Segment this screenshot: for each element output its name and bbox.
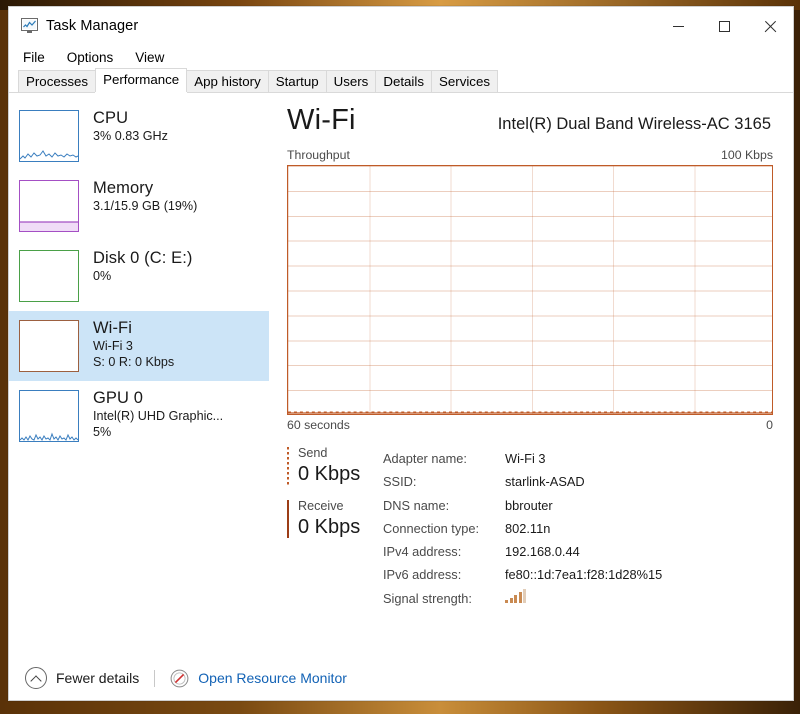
sidebar-item-memory-text: Memory 3.1/15.9 GB (19%): [93, 178, 197, 214]
wifi-details: Send 0 Kbps Receive 0 Kbps Adapter name:…: [287, 445, 773, 610]
receive-marker-icon: [287, 500, 289, 538]
disk-thumbnail: [19, 250, 79, 302]
minimize-button[interactable]: [655, 7, 701, 45]
menu-bar: File Options View: [9, 45, 793, 69]
tab-strip: Processes Performance App history Startu…: [9, 68, 793, 93]
throughput-chart-svg: [288, 411, 772, 414]
info-value-ipv6-address: fe80::1d:7ea1:f28:1d28%15: [505, 567, 663, 583]
sidebar-item-cpu[interactable]: CPU 3% 0.83 GHz: [9, 101, 269, 171]
sidebar-item-gpu0-title: GPU 0: [93, 389, 144, 407]
info-value-signal-strength: [505, 587, 662, 610]
fewer-details-button[interactable]: Fewer details: [56, 670, 139, 686]
maximize-icon: [718, 20, 730, 32]
close-button[interactable]: [747, 7, 793, 45]
info-key-adapter-name: Adapter name:: [383, 451, 467, 466]
chart-caption-left: Throughput: [287, 148, 350, 162]
cpu-thumbnail: [19, 110, 79, 162]
memory-thumbnail: [19, 180, 79, 232]
close-icon: [764, 20, 777, 33]
sidebar-item-cpu-text: CPU 3% 0.83 GHz: [93, 108, 168, 144]
chevron-up-icon[interactable]: [25, 667, 47, 689]
signal-strength-icon: [505, 588, 526, 603]
sidebar-item-disk0[interactable]: Disk 0 (C: E:) 0%: [9, 241, 269, 311]
task-manager-icon: [21, 18, 38, 34]
task-manager-window: Task Manager File Options View Processes…: [8, 6, 794, 701]
info-key-ssid: SSID:: [383, 474, 417, 490]
sidebar-item-wifi-sub1: Wi-Fi 3: [93, 339, 133, 353]
panel-header: Wi-Fi Intel(R) Dual Band Wireless-AC 316…: [287, 103, 773, 137]
tab-processes[interactable]: Processes: [18, 70, 97, 92]
menu-item-view[interactable]: View: [133, 49, 166, 66]
throughput-chart: [287, 165, 773, 415]
info-value-dns-name: bbrouter: [505, 497, 553, 513]
send-block: Send 0 Kbps: [287, 445, 383, 487]
info-value-ssid: starlink-ASAD: [505, 474, 585, 490]
sidebar-item-memory-sub: 3.1/15.9 GB (19%): [93, 199, 198, 213]
receive-label: Receive: [298, 499, 344, 513]
chart-axis-labels: 60 seconds 0: [287, 418, 773, 432]
info-key-dns-name: DNS name:: [383, 497, 450, 513]
info-key-connection-type: Connection type:: [383, 520, 480, 536]
sidebar-item-gpu0-sub1: Intel(R) UHD Graphic...: [93, 409, 224, 423]
window-controls: [655, 7, 793, 45]
menu-item-file[interactable]: File: [21, 49, 47, 66]
tab-details[interactable]: Details: [375, 70, 432, 92]
sidebar-item-cpu-title: CPU: [93, 109, 129, 127]
sidebar-item-gpu0-sub2: 5%: [93, 425, 112, 439]
receive-block: Receive 0 Kbps: [287, 498, 383, 540]
adapter-info-table: Adapter name: Wi-Fi 3 SSID: starlink-ASA…: [383, 445, 662, 610]
sidebar-item-disk0-sub: 0%: [93, 269, 112, 283]
sidebar-item-wifi[interactable]: Wi-Fi Wi-Fi 3 S: 0 R: 0 Kbps: [9, 311, 269, 381]
wifi-thumbnail: [19, 320, 79, 372]
sidebar-item-cpu-sub: 3% 0.83 GHz: [93, 129, 168, 143]
tab-users[interactable]: Users: [325, 70, 377, 92]
chart-caption-right: 100 Kbps: [721, 148, 773, 162]
info-key-ipv6-address: IPv6 address:: [383, 567, 462, 583]
performance-body: CPU 3% 0.83 GHz Memory 3.1/15.9 GB (19%): [9, 93, 793, 656]
minimize-icon: [672, 25, 684, 27]
menu-item-options[interactable]: Options: [65, 49, 116, 66]
resource-monitor-icon: [170, 669, 189, 688]
footer-divider: [154, 669, 156, 687]
sidebar-item-disk0-title: Disk 0 (C: E:): [93, 249, 193, 267]
send-label: Send: [298, 446, 328, 460]
tab-app-history[interactable]: App history: [186, 70, 269, 92]
sidebar-item-disk0-text: Disk 0 (C: E:) 0%: [93, 248, 193, 284]
info-key-signal-strength: Signal strength:: [383, 590, 472, 606]
chart-axis-left: 60 seconds: [287, 418, 350, 432]
chart-axis-right: 0: [766, 418, 773, 432]
sidebar-item-gpu0[interactable]: GPU 0 Intel(R) UHD Graphic... 5%: [9, 381, 269, 451]
open-resource-monitor-link[interactable]: Open Resource Monitor: [198, 670, 347, 686]
sidebar-item-gpu0-text: GPU 0 Intel(R) UHD Graphic... 5%: [93, 388, 223, 440]
gpu-thumbnail: [19, 390, 79, 442]
info-value-connection-type: 802.11n: [505, 520, 551, 536]
status-bar: Fewer details Open Resource Monitor: [9, 656, 793, 700]
receive-value: 0 Kbps: [298, 516, 361, 538]
sidebar-item-wifi-title: Wi-Fi: [93, 319, 132, 337]
window-title: Task Manager: [46, 18, 139, 34]
sidebar-item-wifi-text: Wi-Fi Wi-Fi 3 S: 0 R: 0 Kbps: [93, 318, 174, 370]
sidebar-item-memory[interactable]: Memory 3.1/15.9 GB (19%): [9, 171, 269, 241]
adapter-model: Intel(R) Dual Band Wireless-AC 3165: [497, 115, 771, 133]
send-receive-column: Send 0 Kbps Receive 0 Kbps: [287, 445, 383, 610]
sidebar-item-memory-title: Memory: [93, 179, 154, 197]
tab-performance[interactable]: Performance: [95, 68, 188, 92]
info-value-ipv4-address: 192.168.0.44: [505, 544, 580, 560]
resource-sidebar: CPU 3% 0.83 GHz Memory 3.1/15.9 GB (19%): [9, 93, 269, 656]
maximize-button[interactable]: [701, 7, 747, 45]
chart-caption: Throughput 100 Kbps: [287, 148, 773, 162]
title-bar: Task Manager: [9, 7, 793, 45]
tab-services[interactable]: Services: [431, 70, 498, 92]
tab-startup[interactable]: Startup: [267, 70, 327, 92]
info-key-ipv4-address: IPv4 address:: [383, 544, 462, 560]
info-value-adapter-name: Wi-Fi 3: [505, 451, 546, 466]
send-marker-icon: [287, 447, 289, 485]
send-value: 0 Kbps: [298, 463, 361, 485]
wifi-detail-panel: Wi-Fi Intel(R) Dual Band Wireless-AC 316…: [269, 93, 793, 656]
sidebar-item-wifi-sub2: S: 0 R: 0 Kbps: [93, 355, 175, 369]
page-title: Wi-Fi: [287, 104, 356, 136]
